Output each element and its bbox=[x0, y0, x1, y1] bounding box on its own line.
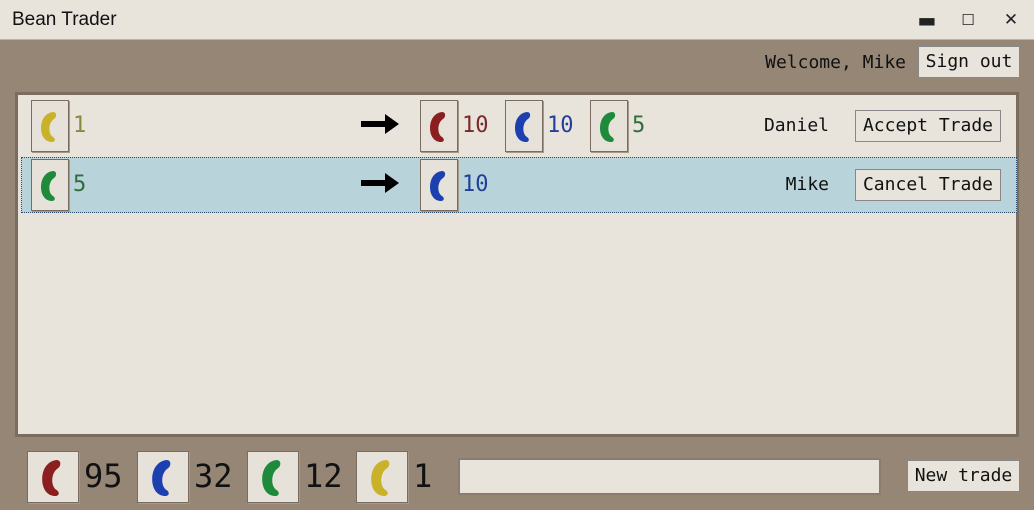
request-bean-tile bbox=[420, 100, 458, 152]
welcome-text: Welcome, Mike bbox=[765, 52, 906, 73]
inventory-bean-tile bbox=[356, 451, 408, 503]
inventory-qty: 32 bbox=[194, 457, 233, 495]
request-qty: 10 bbox=[462, 172, 489, 197]
inventory-bean-tile bbox=[27, 451, 79, 503]
cancel-trade-button[interactable]: Cancel Trade bbox=[855, 169, 1001, 201]
request-bean-tile bbox=[590, 100, 628, 152]
bean-icon bbox=[600, 112, 616, 142]
bean-icon bbox=[430, 112, 446, 142]
trade-list: 1 10 10 5 Daniel Accept Trade 5 10 Mike … bbox=[15, 92, 1019, 437]
bean-icon bbox=[430, 171, 446, 201]
sign-out-button[interactable]: Sign out bbox=[918, 46, 1020, 78]
trade-row-selected[interactable]: 5 10 Mike Cancel Trade bbox=[21, 157, 1017, 213]
bean-trader-window: Bean Trader ▬ ☐ ✕ Welcome, Mike Sign out… bbox=[0, 0, 1034, 510]
request-qty: 10 bbox=[547, 113, 574, 138]
trader-name: Mike bbox=[785, 174, 829, 195]
inventory-qty: 95 bbox=[84, 457, 123, 495]
title-bar: Bean Trader ▬ ☐ ✕ bbox=[0, 0, 1034, 40]
right-arrow-icon bbox=[361, 114, 399, 134]
request-qty: 5 bbox=[632, 113, 646, 138]
bean-icon bbox=[41, 112, 57, 142]
inventory-bean-tile bbox=[247, 451, 299, 503]
bean-icon bbox=[515, 112, 531, 142]
offer-qty: 1 bbox=[73, 113, 87, 138]
new-trade-button[interactable]: New trade bbox=[907, 460, 1020, 492]
offer-qty: 5 bbox=[73, 172, 87, 197]
right-arrow-icon bbox=[361, 173, 399, 193]
inventory-qty: 12 bbox=[304, 457, 343, 495]
request-qty: 10 bbox=[462, 113, 489, 138]
inventory-qty: 1 bbox=[413, 457, 433, 495]
request-bean-tile bbox=[420, 159, 458, 211]
trader-name: Daniel bbox=[763, 115, 829, 136]
new-trade-input[interactable] bbox=[458, 458, 881, 495]
request-bean-tile bbox=[505, 100, 543, 152]
accept-trade-button[interactable]: Accept Trade bbox=[855, 110, 1001, 142]
offer-bean-tile bbox=[31, 100, 69, 152]
window-title: Bean Trader bbox=[12, 9, 117, 30]
bean-icon bbox=[262, 460, 281, 496]
trade-row[interactable]: 1 10 10 5 Daniel Accept Trade bbox=[21, 98, 1017, 154]
bean-icon bbox=[371, 460, 390, 496]
maximize-icon[interactable]: ☐ bbox=[954, 8, 982, 32]
bean-icon bbox=[41, 171, 57, 201]
minimize-icon[interactable]: ▬ bbox=[913, 8, 941, 32]
close-icon[interactable]: ✕ bbox=[997, 8, 1025, 32]
inventory-bean-tile bbox=[137, 451, 189, 503]
bean-icon bbox=[152, 460, 171, 496]
offer-bean-tile bbox=[31, 159, 69, 211]
bean-icon bbox=[42, 460, 61, 496]
